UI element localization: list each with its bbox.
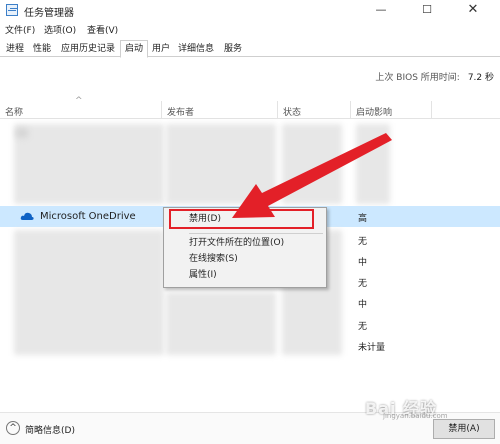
tab-performance[interactable]: 性能 bbox=[28, 40, 56, 57]
bios-time: 上次 BIOS 所用时间: 7.2 秒 bbox=[375, 70, 494, 83]
minimize-button[interactable]: — bbox=[358, 0, 404, 21]
column-publisher[interactable]: 发布者 bbox=[167, 105, 194, 118]
menu-options[interactable]: 选项(O) bbox=[44, 23, 76, 36]
menu-item-properties[interactable]: 属性(I) bbox=[164, 268, 326, 283]
column-divider[interactable] bbox=[350, 101, 351, 119]
annotation-highlight-box bbox=[169, 209, 314, 229]
tab-app-history[interactable]: 应用历史记录 bbox=[56, 40, 120, 57]
blurred-app-icon bbox=[16, 128, 28, 138]
impact-value: 无 bbox=[358, 322, 368, 332]
column-name[interactable]: 名称 bbox=[5, 105, 23, 118]
tab-startup[interactable]: 启动 bbox=[120, 40, 148, 58]
onedrive-cloud-icon bbox=[20, 212, 34, 220]
baidu-watermark-url: jingyan.baidu.com bbox=[383, 412, 448, 420]
blurred-row-names bbox=[14, 124, 164, 204]
task-manager-icon bbox=[6, 4, 18, 16]
app-name: Microsoft OneDrive bbox=[40, 211, 136, 222]
column-status[interactable]: 状态 bbox=[283, 105, 301, 118]
menu-bar: 文件(F) 选项(O) 查看(V) bbox=[0, 21, 500, 38]
menu-separator bbox=[189, 233, 323, 234]
impact-value: 未计量 bbox=[358, 343, 386, 353]
impact-value: 中 bbox=[358, 300, 368, 310]
title-bar: 任务管理器 — ☐ ✕ bbox=[0, 0, 500, 21]
close-button[interactable]: ✕ bbox=[450, 0, 496, 21]
menu-file[interactable]: 文件(F) bbox=[5, 23, 35, 36]
context-menu: 禁用(D) 打开文件所在的位置(O) 在线搜索(S) 属性(I) bbox=[163, 207, 327, 288]
maximize-button[interactable]: ☐ bbox=[404, 0, 450, 21]
bios-label: 上次 BIOS 所用时间: bbox=[375, 73, 460, 83]
column-header: 名称 发布者 状态 启动影响 bbox=[0, 101, 500, 119]
blurred-row-names bbox=[14, 230, 164, 355]
menu-view[interactable]: 查看(V) bbox=[87, 23, 118, 36]
menu-item-open-file-location[interactable]: 打开文件所在的位置(O) bbox=[164, 236, 326, 251]
tab-processes[interactable]: 进程 bbox=[2, 40, 28, 57]
tab-details[interactable]: 详细信息 bbox=[174, 40, 218, 57]
column-startup-impact[interactable]: 启动影响 bbox=[356, 105, 392, 118]
blurred-row-impact bbox=[356, 124, 390, 204]
blurred-row-status bbox=[282, 124, 342, 204]
disable-button[interactable]: 禁用(A) bbox=[433, 419, 495, 439]
column-divider[interactable] bbox=[431, 101, 432, 119]
menu-item-search-online[interactable]: 在线搜索(S) bbox=[164, 252, 326, 267]
impact-value: 中 bbox=[358, 258, 368, 268]
column-divider[interactable] bbox=[161, 101, 162, 119]
impact-value: 无 bbox=[358, 237, 368, 247]
bios-value: 7.2 秒 bbox=[467, 73, 494, 83]
tab-users[interactable]: 用户 bbox=[148, 40, 174, 57]
chevron-up-icon[interactable]: ^ bbox=[6, 421, 20, 435]
impact-value: 无 bbox=[358, 279, 368, 289]
tab-bar: 进程 性能 应用历史记录 启动 用户 详细信息 服务 bbox=[0, 38, 500, 58]
blurred-row-publishers bbox=[166, 292, 276, 355]
column-divider[interactable] bbox=[277, 101, 278, 119]
brief-info-link[interactable]: 简略信息(D) bbox=[25, 423, 75, 436]
blurred-row-publishers bbox=[166, 124, 276, 204]
window-title: 任务管理器 bbox=[24, 8, 74, 19]
tab-services[interactable]: 服务 bbox=[220, 40, 246, 57]
impact-value: 高 bbox=[358, 214, 368, 224]
